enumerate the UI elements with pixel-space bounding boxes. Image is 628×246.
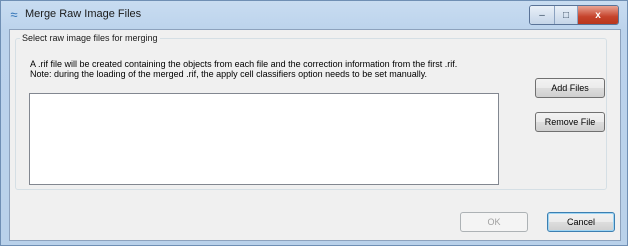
group-legend: Select raw image files for merging [22, 33, 158, 43]
close-button[interactable]: x [578, 6, 618, 24]
info-text-line-2: Note: during the loading of the merged .… [30, 69, 428, 79]
cancel-button[interactable]: Cancel [547, 212, 615, 232]
maximize-button[interactable]: □ [555, 6, 578, 24]
add-files-button[interactable]: Add Files [535, 78, 605, 98]
title-bar[interactable]: ≈ Merge Raw Image Files – □ x [1, 1, 627, 29]
window-controls: – □ x [529, 5, 619, 25]
file-list-box[interactable] [29, 93, 499, 185]
file-selection-group: Select raw image files for merging A .ri… [15, 33, 607, 190]
ok-button[interactable]: OK [460, 212, 528, 232]
app-icon: ≈ [10, 7, 18, 22]
dialog-window: ≈ Merge Raw Image Files – □ x Select raw… [0, 0, 628, 246]
dialog-client-area: Select raw image files for merging A .ri… [9, 29, 621, 241]
window-title: Merge Raw Image Files [25, 8, 142, 20]
info-text-line-1: A .rif file will be created containing t… [30, 59, 458, 69]
remove-file-button[interactable]: Remove File [535, 112, 605, 132]
minimize-button[interactable]: – [530, 6, 555, 24]
